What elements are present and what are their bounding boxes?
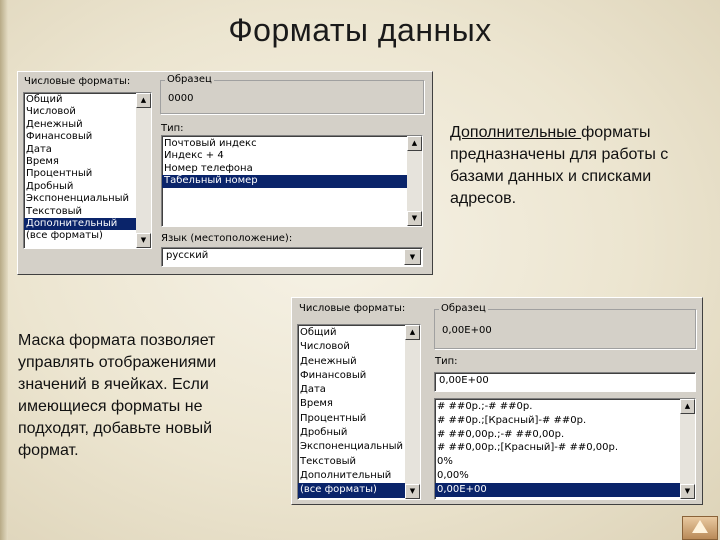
category-item-fraction[interactable]: Дробный: [24, 181, 151, 193]
scroll-up-icon[interactable]: ▲: [405, 325, 420, 340]
category-item-currency[interactable]: Денежный: [24, 119, 151, 131]
type-item-2[interactable]: # ##0р.;[Красный]-# ##0р.: [435, 414, 695, 428]
format-mask-description: Маска формата позволяет управлять отобра…: [18, 332, 217, 459]
type-item-1[interactable]: # ##0р.;-# ##0р.: [435, 400, 695, 414]
category-item-special[interactable]: Дополнительный: [24, 217, 151, 231]
category-item-all[interactable]: (все форматы): [24, 230, 151, 242]
categories-list[interactable]: Общий Числовой Денежный Финансовый Дата …: [297, 324, 421, 500]
categories-list-items: Общий Числовой Денежный Финансовый Дата …: [298, 325, 420, 498]
type-list-items: # ##0р.;-# ##0р. # ##0р.;[Красный]-# ##0…: [435, 399, 695, 497]
special-formats-description: Дополнительные форматы предназначены для…: [450, 122, 710, 210]
slide-left-border: [0, 0, 8, 540]
category-item-currency[interactable]: Денежный: [298, 355, 420, 369]
categories-scrollbar[interactable]: ▲ ▼: [405, 325, 420, 499]
category-item-time[interactable]: Время: [24, 156, 151, 168]
category-item-accounting[interactable]: Финансовый: [24, 131, 151, 143]
scroll-down-icon[interactable]: ▼: [407, 211, 422, 226]
type-scrollbar[interactable]: ▲ ▼: [407, 136, 422, 226]
type-label: Тип:: [161, 123, 184, 134]
category-item-special[interactable]: Дополнительный: [298, 469, 420, 483]
sample-value: 0000: [168, 93, 194, 104]
category-item-text[interactable]: Текстовый: [24, 206, 151, 218]
category-item-all[interactable]: (все форматы): [298, 483, 420, 498]
categories-label: Числовые форматы:: [24, 76, 131, 87]
category-item-general[interactable]: Общий: [298, 326, 420, 340]
scroll-down-icon[interactable]: ▼: [136, 233, 151, 248]
chevron-down-icon[interactable]: ▼: [404, 249, 421, 265]
category-item-percent[interactable]: Процентный: [298, 412, 420, 426]
category-item-percent[interactable]: Процентный: [24, 168, 151, 180]
type-list[interactable]: # ##0р.;-# ##0р. # ##0р.;[Красный]-# ##0…: [434, 398, 696, 500]
type-item-phone[interactable]: Номер телефона: [162, 163, 422, 175]
type-item-3[interactable]: # ##0,00р.;-# ##0,00р.: [435, 428, 695, 442]
type-input-value: 0,00E+00: [439, 375, 489, 386]
category-item-text[interactable]: Текстовый: [298, 455, 420, 469]
category-item-date[interactable]: Дата: [298, 383, 420, 397]
categories-list[interactable]: Общий Числовой Денежный Финансовый Дата …: [23, 92, 152, 249]
locale-label: Язык (местоположение):: [161, 233, 293, 244]
scroll-down-icon[interactable]: ▼: [680, 484, 695, 499]
type-list-items: Почтовый индекс Индекс + 4 Номер телефон…: [162, 136, 422, 188]
category-item-numeric[interactable]: Числовой: [298, 340, 420, 354]
type-input[interactable]: 0,00E+00: [434, 372, 696, 392]
locale-value: русский: [166, 250, 209, 261]
categories-label: Числовые форматы:: [299, 303, 406, 314]
type-item-postal4[interactable]: Индекс + 4: [162, 150, 422, 162]
categories-scrollbar[interactable]: ▲ ▼: [136, 93, 151, 248]
category-item-scientific[interactable]: Экспоненциальный: [24, 193, 151, 205]
category-item-date[interactable]: Дата: [24, 144, 151, 156]
scroll-up-icon[interactable]: ▲: [680, 399, 695, 414]
category-item-accounting[interactable]: Финансовый: [298, 369, 420, 383]
scroll-up-icon[interactable]: ▲: [407, 136, 422, 151]
home-icon: [692, 520, 708, 533]
slide-title: Форматы данных: [228, 12, 492, 48]
type-item-employee[interactable]: Табельный номер: [162, 175, 422, 188]
home-nav-button[interactable]: [682, 516, 718, 540]
categories-list-items: Общий Числовой Денежный Финансовый Дата …: [24, 93, 151, 243]
type-item-6[interactable]: 0,00%: [435, 469, 695, 483]
type-list[interactable]: Почтовый индекс Индекс + 4 Номер телефон…: [161, 135, 423, 227]
locale-combobox[interactable]: русский ▼: [161, 247, 423, 267]
sample-label: Образец: [439, 303, 488, 314]
scroll-down-icon[interactable]: ▼: [405, 484, 420, 499]
format-dialog-1: Числовые форматы: Общий Числовой Денежны…: [17, 71, 433, 275]
type-item-7[interactable]: 0,00E+00: [435, 482, 695, 497]
special-formats-keyword: Дополнительные: [450, 124, 582, 141]
type-scrollbar[interactable]: ▲ ▼: [680, 399, 695, 499]
type-item-5[interactable]: 0%: [435, 455, 695, 469]
sample-label: Образец: [165, 74, 214, 85]
category-item-fraction[interactable]: Дробный: [298, 426, 420, 440]
category-item-numeric[interactable]: Числовой: [24, 106, 151, 118]
type-label: Тип:: [435, 356, 458, 367]
scroll-up-icon[interactable]: ▲: [136, 93, 151, 108]
type-item-4[interactable]: # ##0,00р.;[Красный]-# ##0,00р.: [435, 441, 695, 455]
sample-value: 0,00E+00: [442, 325, 492, 336]
category-item-time[interactable]: Время: [298, 397, 420, 411]
category-item-general[interactable]: Общий: [24, 94, 151, 106]
sample-group: [160, 80, 424, 114]
type-item-postal[interactable]: Почтовый индекс: [162, 138, 422, 150]
category-item-scientific[interactable]: Экспоненциальный: [298, 440, 420, 454]
format-dialog-2: Числовые форматы: Общий Числовой Денежны…: [291, 297, 703, 505]
